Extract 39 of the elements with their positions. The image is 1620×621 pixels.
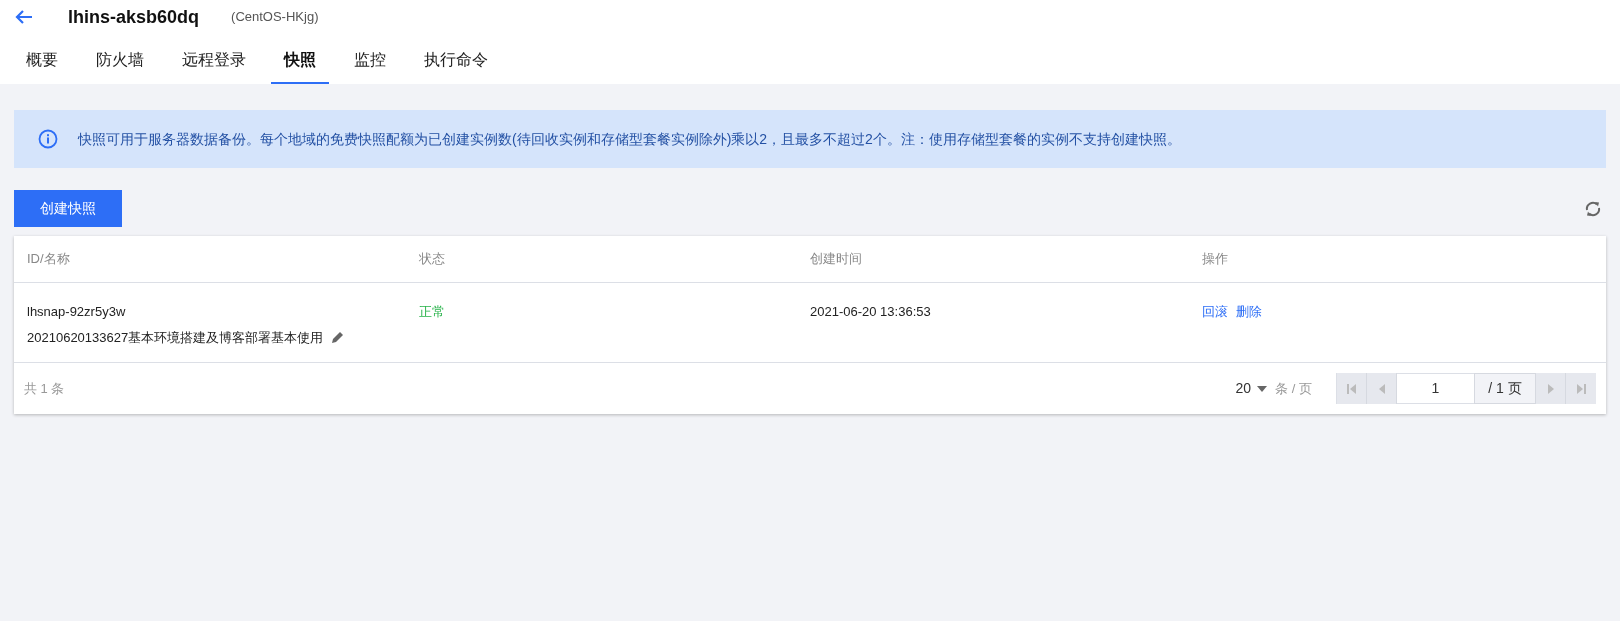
tab[interactable]: 防火墙	[83, 37, 157, 84]
tab[interactable]: 概要	[13, 37, 71, 84]
tab[interactable]: 监控	[341, 37, 399, 84]
pagination-bar[interactable]: 1 / 1 页	[1336, 373, 1596, 404]
caret-down-icon	[1257, 385, 1268, 392]
tab[interactable]: 快照	[271, 37, 329, 84]
status-text: 正常	[418, 303, 445, 321]
refresh-icon[interactable]	[1584, 199, 1602, 218]
instance-os: (CentOS-HKjg)	[231, 8, 319, 27]
next-page-button[interactable]	[1536, 373, 1566, 404]
column-header: ID/名称	[27, 250, 70, 269]
info-icon	[38, 129, 58, 149]
column-header: 操作	[1201, 250, 1228, 269]
column-header: 状态	[418, 250, 445, 269]
created-time: 2021-06-20 13:36:53	[810, 303, 931, 321]
column-header: 创建时间	[810, 250, 862, 269]
instance-title: lhins-aksb60dq	[68, 5, 200, 29]
edit-pencil-icon[interactable]	[331, 330, 346, 345]
page-total: / 1 页	[1474, 373, 1536, 404]
action-link[interactable]: 删除	[1235, 302, 1262, 322]
action-link[interactable]: 回滚	[1201, 302, 1228, 322]
tab[interactable]: 执行命令	[411, 37, 501, 84]
last-page-icon	[1576, 383, 1586, 394]
page-size-unit: 条 / 页	[1275, 379, 1312, 398]
create-snapshot-button[interactable]: 创建快照	[14, 190, 122, 227]
tab[interactable]: 远程登录	[169, 37, 259, 84]
snapshot-id: lhsnap-92zr5y3w	[27, 303, 126, 321]
notice-text: 快照可用于服务器数据备份。每个地域的免费快照配额为已创建实例数(待回收实例和存储型套餐实例除外)乘以2，且最多不超过2个。注：使用存储型套餐的实例不支持创建快照。	[78, 129, 1181, 149]
snapshot-name: 20210620133627基本环境搭建及博客部署基本使用	[27, 328, 324, 347]
back-arrow-icon[interactable]	[14, 9, 34, 25]
previous-page-button[interactable]	[1367, 373, 1397, 404]
first-page-button[interactable]	[1337, 373, 1367, 404]
page-number-field[interactable]: 1	[1397, 373, 1474, 404]
total-count: 共 1 条	[24, 379, 65, 398]
last-page-button[interactable]	[1566, 373, 1596, 404]
page-size-select[interactable]: 20	[1235, 378, 1268, 399]
next-page-icon	[1547, 383, 1554, 394]
first-page-icon	[1347, 383, 1356, 394]
previous-page-icon	[1378, 383, 1385, 394]
